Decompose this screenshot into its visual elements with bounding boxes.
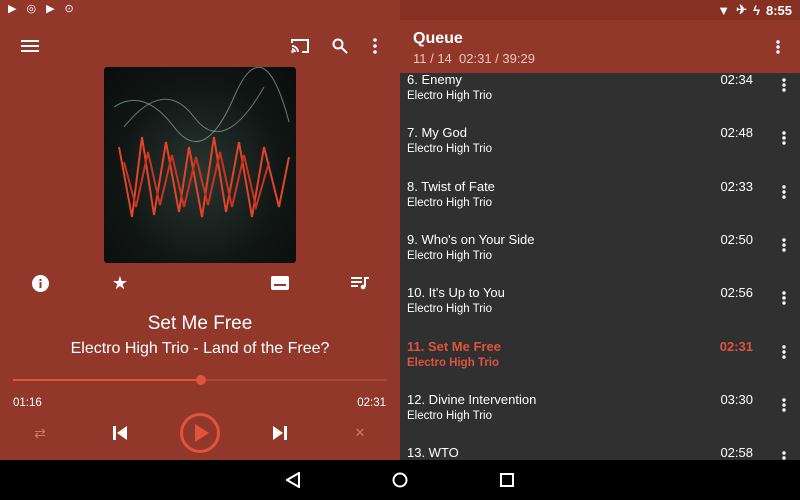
notification-icons: ▶ ◎ ▶ ⊙ — [8, 2, 74, 15]
shuffle-icon[interactable]: ✕ — [350, 423, 370, 443]
queue-item-artist: Electro High Trio — [407, 143, 493, 156]
item-more-icon[interactable] — [782, 291, 786, 309]
queue-more-icon[interactable] — [776, 40, 780, 59]
queue-item-duration: 03:30 — [720, 391, 753, 407]
queue-item-title: 9. Who's on Your Side — [407, 231, 535, 247]
queue-title: Queue — [413, 30, 463, 47]
queue-item-duration: 02:48 — [720, 125, 753, 141]
back-icon[interactable] — [284, 471, 302, 489]
lyrics-icon[interactable] — [270, 273, 290, 293]
wifi-icon: ▼ — [717, 2, 731, 18]
queue-item-artist: Electro High Trio — [407, 249, 493, 262]
seek-progress — [13, 379, 202, 381]
battery-charging-icon: ϟ — [753, 2, 760, 18]
queue-times: 02:31 / 39:29 — [459, 51, 535, 66]
album-art — [104, 67, 296, 263]
queue-item-artist: Electro High Trio — [407, 196, 493, 209]
queue-item-title: 7. My God — [407, 125, 467, 141]
queue-item-artist: Electro High Trio — [407, 409, 493, 422]
cast-icon[interactable] — [288, 36, 312, 56]
queue-panel: ▼ ✈ ϟ 8:55 Queue 11 / 14 02:31 / 39:29 6… — [400, 0, 800, 465]
item-more-icon[interactable] — [782, 131, 786, 149]
queue-item-artist: Electro High Trio — [407, 90, 493, 102]
queue-item-title: 10. It's Up to You — [407, 285, 505, 301]
queue-info: 11 / 14 02:31 / 39:29 — [413, 51, 535, 66]
total-time: 02:31 — [357, 397, 386, 409]
playlist-icon[interactable] — [350, 273, 370, 293]
sync-icon: ◎ — [26, 3, 37, 15]
recents-icon[interactable] — [498, 471, 516, 489]
queue-item[interactable]: 6. Enemy Electro High Trio 02:34 — [400, 72, 800, 125]
home-icon[interactable] — [391, 471, 409, 489]
info-icon[interactable] — [30, 273, 50, 293]
queue-header: Queue 11 / 14 02:31 / 39:29 — [400, 20, 800, 73]
record-icon: ⊙ — [64, 3, 74, 15]
queue-item-title: 12. Divine Intervention — [407, 391, 537, 407]
queue-item-duration: 02:58 — [720, 445, 753, 461]
queue-item-title: 11. Set Me Free — [407, 338, 501, 354]
more-vert-icon[interactable] — [365, 36, 385, 56]
item-more-icon[interactable] — [782, 78, 786, 96]
star-icon[interactable]: ★ — [110, 273, 130, 293]
queue-item-title: 8. Twist of Fate — [407, 178, 495, 194]
seek-bar[interactable] — [13, 375, 387, 385]
queue-item-duration: 02:50 — [720, 231, 753, 247]
queue-item-duration: 02:33 — [720, 178, 753, 194]
airplane-icon: ✈ — [736, 2, 748, 17]
queue-position: 11 / 14 — [413, 51, 452, 66]
queue-item-duration: 02:34 — [720, 72, 753, 87]
player-panel: ▶ ◎ ▶ ⊙ ★ Set Me Free Electro High Trio … — [0, 0, 400, 460]
item-more-icon[interactable] — [782, 344, 786, 363]
repeat-icon[interactable]: ⇄ — [30, 423, 50, 443]
play-store-icon: ▶ — [46, 3, 55, 15]
seek-thumb[interactable] — [196, 375, 207, 385]
play-icon[interactable] — [180, 413, 220, 453]
item-more-icon[interactable] — [782, 398, 786, 416]
queue-item-duration: 02:31 — [719, 338, 753, 354]
next-icon[interactable] — [268, 423, 292, 443]
queue-item[interactable]: 10. It's Up to You Electro High Trio 02:… — [400, 285, 800, 338]
previous-icon[interactable] — [108, 423, 132, 443]
song-subtitle: Electro High Trio - Land of the Free? — [70, 340, 330, 357]
status-bar: ▼ ✈ ϟ 8:55 — [400, 0, 800, 20]
queue-item-duration: 02:56 — [720, 285, 753, 301]
navigation-bar — [0, 460, 800, 500]
song-title: Set Me Free — [147, 313, 253, 334]
queue-item[interactable]: 11. Set Me Free Electro High Trio 02:31 — [400, 339, 800, 392]
clock: 8:55 — [765, 2, 792, 18]
elapsed-time: 01:16 — [13, 397, 42, 409]
item-more-icon[interactable] — [782, 184, 786, 203]
queue-item-artist: Electro High Trio — [407, 303, 493, 316]
queue-item[interactable]: 8. Twist of Fate Electro High Trio 02:33 — [400, 179, 800, 232]
item-more-icon[interactable] — [782, 238, 786, 256]
queue-item[interactable]: 7. My God Electro High Trio 02:48 — [400, 125, 800, 178]
play-store-icon: ▶ — [8, 3, 17, 15]
menu-icon[interactable] — [18, 36, 42, 56]
queue-item[interactable]: 9. Who's on Your Side Electro High Trio … — [400, 232, 800, 285]
queue-item-artist: Electro High Trio — [407, 356, 500, 369]
queue-item-title: 6. Enemy — [407, 72, 462, 87]
queue-item[interactable]: 12. Divine Intervention Electro High Tri… — [400, 392, 800, 445]
queue-item-title: 13. WTO — [407, 445, 459, 461]
search-icon[interactable] — [330, 36, 350, 56]
